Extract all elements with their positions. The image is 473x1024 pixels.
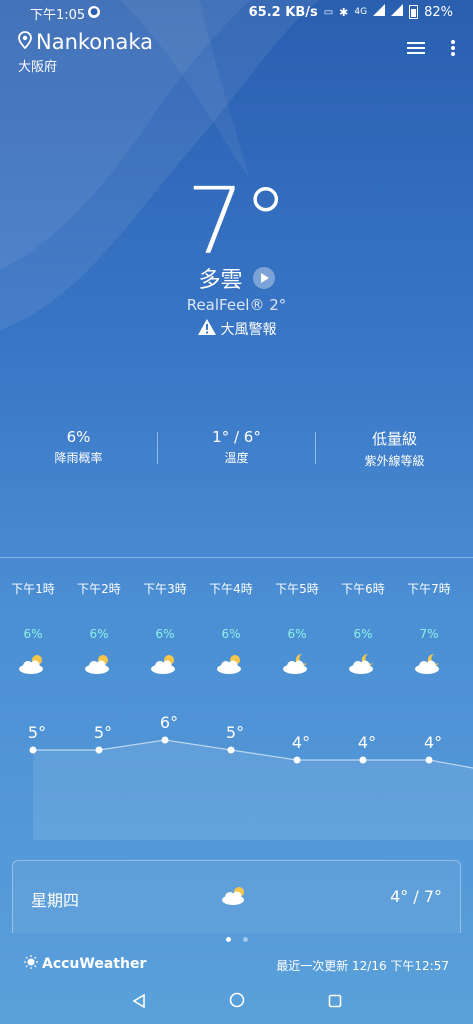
page-dot: [242, 937, 248, 942]
hour-time: 下午2時: [77, 582, 121, 596]
hourly-item[interactable]: 下午1時 6%: [0, 580, 66, 675]
hour-precip: 7%: [419, 627, 439, 641]
hourly-item[interactable]: 下午7時 7%: [396, 580, 462, 675]
status-bar: 下午1:05 ● 65.2 KB/s ▭ ✱ 4G 82%: [0, 0, 473, 26]
partly-cloudy-night-icon: [396, 651, 462, 675]
temperature-label: 4°: [292, 733, 310, 752]
section-divider: [0, 557, 473, 558]
stat-uv: 低量級 紫外線等級: [316, 428, 473, 469]
location-name: Nankonaka: [36, 30, 153, 54]
partly-cloudy-night-icon: [264, 651, 330, 675]
temperature-point: [293, 756, 301, 764]
stat-label: 溫度: [224, 451, 249, 465]
page-indicator: [0, 937, 473, 942]
hourly-temperature-chart: 5° 5° 6° 5° 4° 4° 4°: [28, 713, 473, 840]
stat-precip: 6% 降雨概率: [0, 428, 157, 469]
temperature-label: 5°: [28, 723, 46, 742]
hourly-item[interactable]: 下午5時 6%: [264, 580, 330, 675]
hour-time: 下午5時: [275, 582, 319, 596]
partly-cloudy-day-icon: [0, 651, 66, 675]
hour-precip: 6%: [155, 627, 175, 641]
more-options-icon[interactable]: [451, 38, 455, 58]
hour-precip: 6%: [23, 627, 43, 641]
temperature-point: [29, 746, 37, 754]
hour-precip: 6%: [287, 627, 307, 641]
recording-icon: ●: [88, 6, 100, 18]
signal-icon-2: [391, 4, 404, 20]
partly-cloudy-day-icon: [198, 651, 264, 675]
partly-cloudy-night-icon: [330, 651, 396, 675]
hour-time: 下午6時: [341, 582, 385, 596]
hourly-item[interactable]: 下午2時 6%: [66, 580, 132, 675]
home-icon[interactable]: [229, 992, 245, 1012]
temperature-point: [359, 756, 367, 764]
hour-time: 下午4時: [209, 582, 253, 596]
navigation-bar: [0, 980, 473, 1024]
hour-time: 下午3時: [143, 582, 187, 596]
stat-value: 1° / 6°: [212, 428, 261, 446]
last-updated: 最近一次更新 12/16 下午12:57: [276, 959, 449, 973]
stat-temperature: 1° / 6° 溫度: [158, 428, 315, 469]
battery-icon: [409, 5, 419, 19]
accuweather-logo[interactable]: AccuWeather: [24, 955, 146, 973]
sun-logo-icon: [24, 955, 38, 973]
stat-value: 6%: [66, 428, 91, 446]
play-icon[interactable]: [252, 267, 275, 289]
stat-label: 降雨概率: [54, 451, 103, 465]
brand-name: AccuWeather: [42, 956, 147, 972]
location-list-icon[interactable]: [407, 39, 425, 57]
current-condition: 多雲: [198, 268, 243, 293]
temperature-area: [33, 740, 473, 840]
partly-cloudy-day-icon: [132, 651, 198, 675]
location-region: 大阪府: [18, 60, 58, 75]
temperature-point: [95, 746, 103, 754]
temperature-label: 6°: [160, 713, 178, 732]
hourly-item[interactable]: 下午3時 6%: [132, 580, 198, 675]
temperature-label: 5°: [94, 723, 112, 742]
location-pin-icon: [18, 30, 32, 54]
daily-range: 4° / 7°: [390, 887, 442, 906]
nfc-icon: ▭: [323, 6, 334, 18]
daily-forecast-row[interactable]: 星期四 4° / 7°: [12, 860, 461, 933]
temperature-label: 5°: [226, 723, 244, 742]
hour-time: 下午1時: [11, 582, 55, 596]
status-time: 下午1:05: [30, 8, 86, 23]
hourly-item[interactable]: 下午6時 6%: [330, 580, 396, 675]
hour-precip: 6%: [353, 627, 373, 641]
location-header[interactable]: Nankonaka 大阪府: [18, 30, 153, 75]
network-speed: 65.2 KB/s: [248, 4, 318, 20]
hour-precip: 6%: [221, 627, 241, 641]
temperature-label: 4°: [424, 733, 442, 752]
current-temperature: 7°: [186, 168, 289, 275]
bluetooth-icon: ✱: [339, 5, 349, 19]
stat-value: 低量級: [371, 430, 417, 448]
network-type: 4G: [354, 7, 368, 17]
signal-icon: [373, 4, 386, 20]
back-icon[interactable]: [131, 993, 146, 1012]
hour-time: 下午7時: [407, 582, 451, 596]
footer: AccuWeather 最近一次更新 12/16 下午12:57: [0, 955, 473, 975]
temperature-point: [161, 736, 169, 744]
stat-label: 紫外線等級: [364, 454, 425, 468]
recents-icon[interactable]: [328, 993, 342, 1012]
partly-cloudy-day-icon: [219, 883, 251, 911]
daily-day: 星期四: [31, 891, 80, 910]
partly-cloudy-day-icon: [66, 651, 132, 675]
battery-level: 82%: [424, 4, 453, 20]
temperature-point: [227, 746, 235, 754]
hourly-item[interactable]: 下午4時 6%: [198, 580, 264, 675]
warning-icon: [197, 318, 217, 340]
weather-alert[interactable]: 大風警報: [0, 318, 473, 340]
stats-row: 6% 降雨概率 1° / 6° 溫度 低量級 紫外線等級: [0, 428, 473, 469]
temperature-point: [425, 756, 433, 764]
realfeel-temperature: RealFeel® 2°: [186, 296, 287, 314]
temperature-label: 4°: [358, 733, 376, 752]
alert-text: 大風警報: [220, 322, 277, 338]
hour-precip: 6%: [89, 627, 109, 641]
page-dot-active: [225, 937, 231, 942]
